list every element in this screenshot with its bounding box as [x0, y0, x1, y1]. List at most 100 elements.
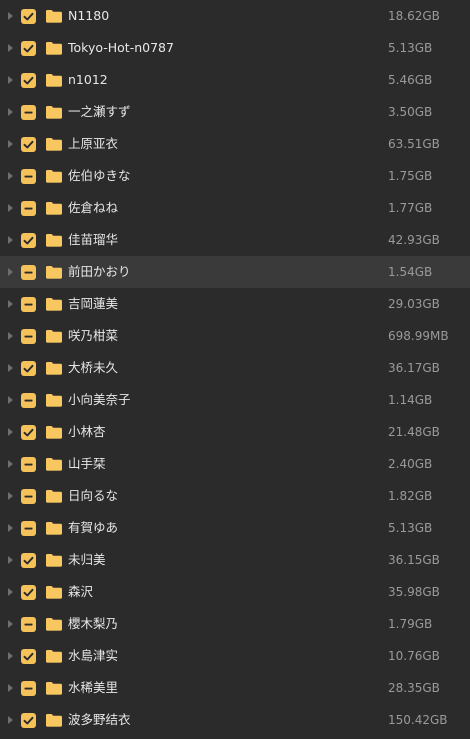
chevron-right-icon[interactable]: [8, 332, 13, 340]
checkbox-checked[interactable]: [21, 73, 36, 88]
chevron-right-icon[interactable]: [8, 236, 13, 244]
folder-icon: [45, 616, 63, 632]
list-item[interactable]: 小向美奈子 1.14GB: [0, 384, 470, 416]
list-item[interactable]: 大桥未久 36.17GB: [0, 352, 470, 384]
list-item[interactable]: 山手栞 2.40GB: [0, 448, 470, 480]
chevron-right-icon[interactable]: [8, 588, 13, 596]
folder-icon: [45, 520, 63, 536]
folder-name: 波多野结衣: [68, 712, 131, 727]
chevron-right-icon[interactable]: [8, 620, 13, 628]
folder-size: 1.82GB: [388, 489, 433, 503]
list-item[interactable]: 日向るな 1.82GB: [0, 480, 470, 512]
checkbox-checked[interactable]: [21, 137, 36, 152]
list-item[interactable]: 櫻木梨乃 1.79GB: [0, 608, 470, 640]
folder-icon: [45, 680, 63, 696]
folder-name: 山手栞: [68, 456, 106, 471]
list-item[interactable]: 上原亚衣 63.51GB: [0, 128, 470, 160]
folder-name: Tokyo-Hot-n0787: [68, 40, 174, 55]
folder-size: 35.98GB: [388, 585, 440, 599]
list-item[interactable]: 佐倉ねね 1.77GB: [0, 192, 470, 224]
checkbox-checked[interactable]: [21, 233, 36, 248]
checkbox-partial[interactable]: [21, 457, 36, 472]
folder-size: 1.14GB: [388, 393, 433, 407]
checkbox-partial[interactable]: [21, 521, 36, 536]
folder-size: 5.46GB: [388, 73, 433, 87]
checkbox-checked[interactable]: [21, 9, 36, 24]
chevron-right-icon[interactable]: [8, 268, 13, 276]
chevron-right-icon[interactable]: [8, 524, 13, 532]
chevron-right-icon[interactable]: [8, 364, 13, 372]
folder-icon: [45, 72, 63, 88]
list-item[interactable]: 有賀ゆあ 5.13GB: [0, 512, 470, 544]
chevron-right-icon[interactable]: [8, 12, 13, 20]
list-item[interactable]: 森沢 35.98GB: [0, 576, 470, 608]
chevron-right-icon[interactable]: [8, 172, 13, 180]
checkbox-checked[interactable]: [21, 425, 36, 440]
list-item[interactable]: 前田かおり 1.54GB: [0, 256, 470, 288]
checkbox-partial[interactable]: [21, 393, 36, 408]
checkbox-partial[interactable]: [21, 681, 36, 696]
folder-icon: [45, 104, 63, 120]
list-item[interactable]: 咲乃柑菜 698.99MB: [0, 320, 470, 352]
checkbox-partial[interactable]: [21, 105, 36, 120]
list-item[interactable]: 小林杏 21.48GB: [0, 416, 470, 448]
list-item[interactable]: 波多野结衣 150.42GB: [0, 704, 470, 736]
list-item[interactable]: 吉岡蓮美 29.03GB: [0, 288, 470, 320]
chevron-right-icon[interactable]: [8, 300, 13, 308]
chevron-right-icon[interactable]: [8, 556, 13, 564]
chevron-right-icon[interactable]: [8, 652, 13, 660]
checkbox-partial[interactable]: [21, 617, 36, 632]
checkbox-checked[interactable]: [21, 553, 36, 568]
chevron-right-icon[interactable]: [8, 204, 13, 212]
chevron-right-icon[interactable]: [8, 460, 13, 468]
list-item[interactable]: 未归美 36.15GB: [0, 544, 470, 576]
folder-icon: [45, 232, 63, 248]
folder-size: 28.35GB: [388, 681, 440, 695]
folder-icon: [45, 264, 63, 280]
checkbox-checked[interactable]: [21, 361, 36, 376]
chevron-right-icon[interactable]: [8, 716, 13, 724]
chevron-right-icon[interactable]: [8, 76, 13, 84]
folder-size: 1.79GB: [388, 617, 433, 631]
folder-name: 一之瀬すず: [68, 104, 131, 119]
folder-name: 佳苗瑠华: [68, 232, 119, 247]
folder-size: 21.48GB: [388, 425, 440, 439]
folder-icon: [45, 552, 63, 568]
folder-size: 10.76GB: [388, 649, 440, 663]
folder-icon: [45, 456, 63, 472]
folder-size: 1.77GB: [388, 201, 433, 215]
list-item[interactable]: 水島津实 10.76GB: [0, 640, 470, 672]
chevron-right-icon[interactable]: [8, 396, 13, 404]
checkbox-partial[interactable]: [21, 265, 36, 280]
folder-size: 150.42GB: [388, 713, 448, 727]
list-item[interactable]: 一之瀬すず 3.50GB: [0, 96, 470, 128]
checkbox-checked[interactable]: [21, 585, 36, 600]
list-item[interactable]: n1012 5.46GB: [0, 64, 470, 96]
list-item[interactable]: N1180 18.62GB: [0, 0, 470, 32]
folder-size: 18.62GB: [388, 9, 440, 23]
chevron-right-icon[interactable]: [8, 492, 13, 500]
list-item[interactable]: 佐伯ゆきな 1.75GB: [0, 160, 470, 192]
checkbox-partial[interactable]: [21, 169, 36, 184]
checkbox-partial[interactable]: [21, 297, 36, 312]
list-item[interactable]: 佳苗瑠华 42.93GB: [0, 224, 470, 256]
folder-size: 3.50GB: [388, 105, 433, 119]
chevron-right-icon[interactable]: [8, 140, 13, 148]
folder-size: 698.99MB: [388, 329, 449, 343]
chevron-right-icon[interactable]: [8, 108, 13, 116]
checkbox-checked[interactable]: [21, 41, 36, 56]
list-item[interactable]: 水稀美里 28.35GB: [0, 672, 470, 704]
folder-icon: [45, 296, 63, 312]
chevron-right-icon[interactable]: [8, 428, 13, 436]
checkbox-partial[interactable]: [21, 329, 36, 344]
folder-name: 水稀美里: [68, 680, 119, 695]
checkbox-partial[interactable]: [21, 489, 36, 504]
list-item[interactable]: Tokyo-Hot-n0787 5.13GB: [0, 32, 470, 64]
folder-icon: [45, 424, 63, 440]
checkbox-checked[interactable]: [21, 649, 36, 664]
chevron-right-icon[interactable]: [8, 684, 13, 692]
checkbox-checked[interactable]: [21, 713, 36, 728]
chevron-right-icon[interactable]: [8, 44, 13, 52]
folder-tree: N1180 18.62GB Tokyo-Hot-n0787 5.13GB n1012 5.…: [0, 0, 470, 739]
checkbox-partial[interactable]: [21, 201, 36, 216]
